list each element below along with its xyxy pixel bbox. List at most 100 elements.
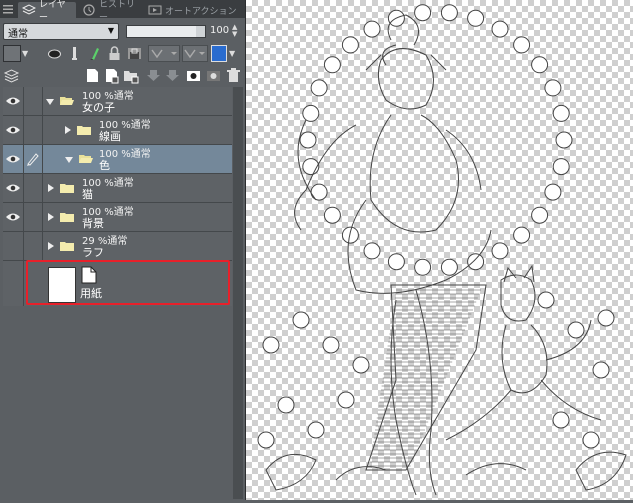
bead-circle	[322, 336, 340, 354]
bead-circle	[414, 258, 432, 276]
folder-icon	[60, 241, 74, 251]
layer-name: 線画	[99, 130, 121, 143]
artwork-lineart	[257, 4, 627, 496]
expand-arrow-icon[interactable]	[48, 242, 54, 250]
layer-row-color-folder[interactable]: 100 %通常 色	[3, 145, 232, 174]
tab-history[interactable]: ヒストリー	[78, 0, 142, 23]
column-divider	[42, 87, 43, 115]
tab-label: レイヤー	[39, 0, 66, 23]
layer-row-lineart-folder[interactable]: 100 %通常 線画	[3, 116, 232, 145]
panel-tab-bar: レイヤー ヒストリー オートアクション	[0, 0, 245, 23]
layer-tab-icon	[21, 4, 37, 16]
new-raster-layer-icon[interactable]	[84, 67, 101, 84]
tab-label: オートアクション	[165, 6, 237, 17]
apply-mask-icon[interactable]	[205, 67, 222, 84]
reference-layer-icon[interactable]	[66, 45, 83, 62]
bead-circle	[257, 431, 275, 449]
bead-circle	[592, 361, 610, 379]
layer-color-swatch[interactable]	[3, 45, 21, 62]
bead-circle	[544, 79, 562, 97]
draft-layer-icon[interactable]	[86, 45, 103, 62]
open-folder-icon	[60, 96, 74, 106]
panel-menu-icon[interactable]	[2, 3, 14, 15]
column-divider	[42, 145, 43, 173]
layer-row-cat-folder[interactable]: 100 %通常 猫	[3, 174, 232, 203]
eye-icon[interactable]	[5, 211, 21, 223]
layer-row-girl-folder[interactable]: 100 %通常 女の子	[3, 87, 232, 116]
collapse-arrow-icon[interactable]	[65, 157, 73, 163]
bead-circle	[310, 183, 328, 201]
bead-circle	[552, 411, 570, 429]
lock-transparent-icon[interactable]	[126, 45, 143, 62]
chevron-down-icon[interactable]: ▼	[229, 49, 241, 66]
transfer-down-icon[interactable]	[145, 67, 162, 84]
bead-circle	[552, 158, 570, 176]
expand-arrow-icon[interactable]	[48, 184, 54, 192]
chevron-down-icon: ▼	[107, 26, 114, 35]
tab-auto-action[interactable]: オートアクション	[144, 2, 244, 18]
eye-icon[interactable]	[5, 182, 21, 194]
bead-circle	[414, 4, 432, 22]
new-vector-layer-icon[interactable]	[103, 67, 120, 84]
trash-icon[interactable]	[225, 67, 242, 84]
tab-label: ヒストリー	[99, 0, 136, 23]
eye-icon[interactable]	[5, 124, 21, 136]
opacity-stepper[interactable]: ▲ ▼	[232, 24, 244, 39]
chevron-down-icon[interactable]: ▼	[22, 49, 32, 66]
layer-color-icon[interactable]	[211, 45, 227, 62]
bead-circle	[352, 356, 370, 374]
bead-circle	[513, 36, 531, 54]
opacity-value: 100	[210, 25, 230, 36]
pen-icon[interactable]	[26, 152, 40, 166]
layer-mask-icon[interactable]	[185, 67, 202, 84]
clip-layer-icon[interactable]	[46, 45, 63, 62]
column-divider	[42, 232, 43, 260]
layer-name: 背景	[82, 217, 104, 230]
opacity-slider-fill	[127, 26, 196, 37]
layer-name: ラフ	[82, 246, 104, 259]
column-divider	[23, 203, 24, 231]
collapse-arrow-icon[interactable]	[46, 99, 54, 105]
merge-down-icon[interactable]	[164, 67, 181, 84]
layer-list-scrollbar[interactable]	[233, 87, 243, 499]
bead-circle	[323, 56, 341, 74]
auto-action-tab-icon	[148, 4, 162, 16]
layer-name: 猫	[82, 188, 93, 201]
eye-icon[interactable]	[5, 95, 21, 107]
layer-row-rough-folder[interactable]: 29 %通常 ラフ	[3, 232, 232, 261]
new-folder-icon[interactable]	[122, 67, 139, 84]
opacity-slider[interactable]	[126, 25, 206, 38]
layer-action-toolbar	[0, 65, 245, 87]
expand-arrow-icon[interactable]	[65, 126, 71, 134]
expand-arrow-icon[interactable]	[48, 213, 54, 221]
blend-mode-value: 通常	[8, 29, 28, 40]
bead-circle	[440, 258, 458, 276]
bead-circle	[302, 104, 320, 122]
folder-icon	[60, 183, 74, 193]
lock-icon[interactable]	[106, 45, 123, 62]
column-divider	[23, 145, 24, 173]
bead-circle	[440, 4, 458, 22]
bead-circle	[310, 79, 328, 97]
blend-mode-select[interactable]: 通常 ▼	[3, 23, 119, 40]
ruler-tool-button[interactable]	[182, 45, 208, 62]
layer-property-toolbar: ▼ ▼	[0, 43, 245, 65]
canvas-area[interactable]	[246, 0, 633, 500]
bead-circle	[531, 56, 549, 74]
bead-circle	[323, 206, 341, 224]
tab-layer[interactable]: レイヤー	[18, 0, 76, 23]
history-tab-icon	[82, 4, 96, 16]
bead-circle	[544, 183, 562, 201]
bead-circle	[491, 242, 509, 260]
bead-circle	[387, 253, 405, 271]
layer-row-background-folder[interactable]: 100 %通常 背景	[3, 203, 232, 232]
bead-circle	[363, 20, 381, 38]
mask-tool-button[interactable]	[148, 45, 180, 62]
hatching	[369, 289, 481, 467]
bead-circle	[467, 9, 485, 27]
layer-name: 色	[99, 159, 110, 172]
column-divider	[42, 174, 43, 202]
eye-icon[interactable]	[5, 153, 21, 165]
layer-stack-icon[interactable]	[3, 67, 20, 84]
bead-circle	[363, 242, 381, 260]
